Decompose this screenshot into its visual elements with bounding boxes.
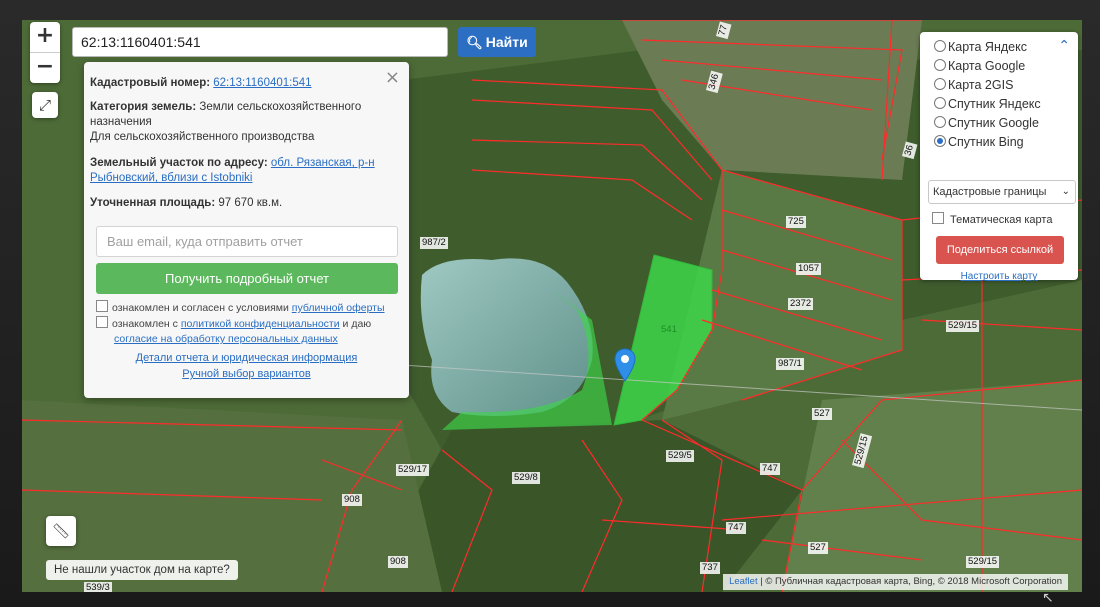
parcel-label: 987/2 bbox=[420, 237, 448, 249]
parcel-label: 908 bbox=[388, 556, 408, 568]
manual-row: Ручной выбор вариантов bbox=[84, 368, 409, 380]
parcel-info-panel: × Кадастровый номер: 62:13:1160401:541 К… bbox=[84, 62, 409, 398]
overlay-select[interactable]: Кадастровые границы ⌄ bbox=[928, 180, 1076, 204]
lake bbox=[420, 258, 593, 416]
category-row: Категория земель: Земли сельскохозяйстве… bbox=[90, 100, 386, 145]
manual-link[interactable]: Ручной выбор вариантов bbox=[182, 368, 310, 380]
share-link-button[interactable]: Поделиться ссылкой bbox=[936, 236, 1064, 264]
parcel-label: 987/1 bbox=[776, 358, 804, 370]
parcel-label: 747 bbox=[726, 522, 746, 534]
parcel-label: 747 bbox=[760, 463, 780, 475]
email-input[interactable] bbox=[96, 226, 398, 257]
parcel-label: 529/15 bbox=[966, 556, 1000, 568]
parcel-label: 908 bbox=[342, 494, 362, 506]
radio-icon bbox=[934, 97, 946, 109]
layer-option-label: Спутник Bing bbox=[948, 135, 1024, 149]
parcel-label: 725 bbox=[786, 216, 806, 228]
consent-link[interactable]: согласие на обработку персональных данны… bbox=[114, 333, 338, 345]
selected-parcel-label: 541 bbox=[661, 324, 677, 335]
area-row: Уточненная площадь: 97 670 кв.м. bbox=[90, 196, 386, 211]
offer-link[interactable]: публичной оферты bbox=[292, 302, 385, 314]
layer-option-label: Карта Google bbox=[948, 59, 1026, 73]
category-label: Категория земель: bbox=[90, 101, 197, 113]
parcel-label: 529/5 bbox=[666, 450, 694, 462]
offer-text: ознакомлен и согласен с условиями bbox=[112, 302, 289, 314]
address-row: Земельный участок по адресу: обл. Рязанс… bbox=[90, 156, 386, 186]
radio-selected-icon bbox=[934, 135, 946, 147]
layer-option-label: Карта 2GIS bbox=[948, 78, 1014, 92]
not-found-prompt[interactable]: Не нашли участок дом на карте? bbox=[46, 560, 238, 580]
search-input[interactable] bbox=[72, 27, 448, 57]
leaflet-link[interactable]: Leaflet bbox=[729, 576, 758, 587]
parcel-label: 529/8 bbox=[512, 472, 540, 484]
ruler-icon[interactable]: 📏︎ bbox=[46, 516, 76, 546]
policy-text-2: и даю bbox=[342, 318, 372, 330]
map-screen[interactable]: 987/2 725 1057 2372 987/1 529/15 527 529… bbox=[22, 20, 1082, 592]
map-attribution: Leaflet | © Публичная кадастровая карта,… bbox=[723, 574, 1068, 590]
cadastral-label: Кадастровый номер: bbox=[90, 77, 211, 89]
layer-option-google-map[interactable]: Карта Google bbox=[934, 57, 1025, 75]
parcel-label: 539/3 bbox=[84, 582, 112, 592]
fullscreen-icon[interactable]: ⤢ bbox=[32, 92, 58, 118]
get-report-button[interactable]: Получить подробный отчет bbox=[96, 263, 398, 294]
offer-checkbox[interactable] bbox=[96, 300, 108, 312]
layer-option-label: Карта Яндекс bbox=[948, 40, 1027, 54]
location-marker-icon[interactable] bbox=[614, 348, 636, 382]
details-row: Детали отчета и юридическая информация bbox=[84, 352, 409, 364]
overlay-select-value: Кадастровые границы bbox=[933, 186, 1047, 198]
details-link[interactable]: Детали отчета и юридическая информация bbox=[136, 352, 358, 364]
attribution-text: | © Публичная кадастровая карта, Bing, ©… bbox=[760, 576, 1062, 587]
policy-text-1: ознакомлен с bbox=[112, 318, 178, 330]
zoom-control: + − bbox=[30, 22, 60, 83]
zoom-in-button[interactable]: + bbox=[30, 22, 60, 52]
layer-option-yandex-map[interactable]: Карта Яндекс bbox=[934, 38, 1027, 56]
area-value: 97 670 кв.м. bbox=[218, 197, 283, 209]
thematic-map-label: Тематическая карта bbox=[950, 214, 1053, 226]
area-label: Уточненная площадь: bbox=[90, 197, 216, 209]
thematic-map-checkbox[interactable] bbox=[932, 212, 944, 224]
layer-option-2gis-map[interactable]: Карта 2GIS bbox=[934, 76, 1013, 94]
layer-option-yandex-satellite[interactable]: Спутник Яндекс bbox=[934, 95, 1041, 113]
mouse-cursor-icon: ↖ bbox=[1042, 590, 1054, 606]
close-icon[interactable]: × bbox=[385, 67, 400, 88]
radio-icon bbox=[934, 78, 946, 90]
parcel-label: 529/17 bbox=[396, 464, 430, 476]
parcel-label: 527 bbox=[812, 408, 832, 420]
parcel-label: 529/15 bbox=[946, 320, 980, 332]
policy-checkbox-row: ознакомлен с политикой конфиденциальност… bbox=[96, 316, 396, 347]
zoom-out-button[interactable]: − bbox=[30, 52, 60, 83]
parcel-label: 527 bbox=[808, 542, 828, 554]
layer-option-label: Спутник Google bbox=[948, 116, 1039, 130]
offer-checkbox-row: ознакомлен и согласен с условиями публич… bbox=[96, 300, 396, 316]
cadastral-number-row: Кадастровый номер: 62:13:1160401:541 bbox=[90, 76, 386, 91]
radio-icon bbox=[934, 59, 946, 71]
search-icon: 🔍︎ bbox=[466, 36, 483, 51]
policy-checkbox[interactable] bbox=[96, 316, 108, 328]
search-button[interactable]: 🔍︎ Найти bbox=[458, 27, 536, 57]
search-button-label: Найти bbox=[485, 34, 528, 50]
layer-option-bing-satellite[interactable]: Спутник Bing bbox=[934, 133, 1024, 151]
radio-icon bbox=[934, 40, 946, 52]
usage-value: Для сельскохозяйственного производства bbox=[90, 131, 315, 143]
parcel-label: 737 bbox=[700, 562, 720, 574]
radio-icon bbox=[934, 116, 946, 128]
address-label: Земельный участок по адресу: bbox=[90, 157, 268, 169]
photo-stage: 987/2 725 1057 2372 987/1 529/15 527 529… bbox=[0, 0, 1100, 607]
parcel-label: 1057 bbox=[796, 263, 822, 275]
thematic-map-row[interactable]: Тематическая карта bbox=[932, 212, 1052, 226]
layer-option-google-satellite[interactable]: Спутник Google bbox=[934, 114, 1039, 132]
configure-map-link[interactable]: Настроить карту bbox=[920, 271, 1078, 282]
parcel-label: 2372 bbox=[788, 298, 814, 310]
chevron-up-icon[interactable]: ⌃ bbox=[1058, 38, 1070, 54]
cadastral-link[interactable]: 62:13:1160401:541 bbox=[213, 77, 311, 89]
layer-switcher: ⌃ Карта Яндекс Карта Google Карта 2GIS С… bbox=[920, 32, 1078, 282]
chevron-down-icon: ⌄ bbox=[1061, 186, 1070, 197]
layer-option-label: Спутник Яндекс bbox=[948, 97, 1041, 111]
policy-link[interactable]: политикой конфиденциальности bbox=[181, 318, 340, 330]
